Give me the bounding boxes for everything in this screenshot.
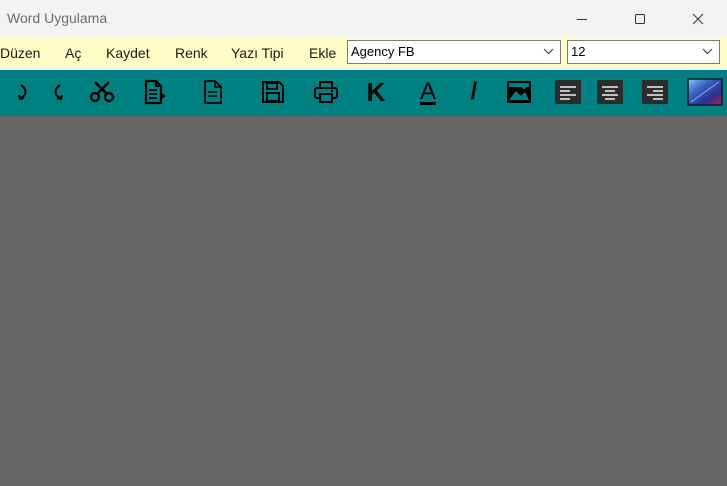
font-color-glyph: A	[419, 78, 436, 105]
document-area[interactable]	[0, 116, 727, 486]
toolbar: K A /	[0, 70, 727, 116]
align-right-button[interactable]	[641, 76, 669, 108]
menu-bar: Düzen Aç Kaydet Renk Yazı Tipi Ekle Agen…	[0, 38, 727, 68]
align-left-button[interactable]	[554, 76, 582, 108]
new-document-icon	[204, 80, 222, 104]
color-palette-button[interactable]	[686, 76, 724, 108]
menu-item-ekle[interactable]: Ekle	[309, 45, 336, 61]
font-family-combobox[interactable]: Agency FB	[347, 40, 561, 64]
font-color-button[interactable]: A	[413, 76, 443, 108]
align-center-icon	[597, 80, 623, 104]
app-window: Word Uygulama Düzen Aç Kaydet Renk Yazı …	[0, 0, 727, 486]
menu-item-ac[interactable]: Aç	[65, 45, 81, 61]
font-size-combobox[interactable]: 12	[567, 40, 720, 64]
undo-button[interactable]	[12, 76, 34, 108]
redo-icon	[54, 84, 63, 101]
close-icon	[692, 13, 704, 25]
minimize-icon	[577, 19, 587, 20]
save-icon	[262, 81, 284, 103]
bold-icon: K	[366, 77, 386, 107]
window-title: Word Uygulama	[7, 10, 108, 26]
color-palette-icon	[687, 78, 723, 106]
font-size-value: 12	[571, 44, 586, 59]
scissors-icon	[89, 81, 115, 103]
save-button[interactable]	[259, 76, 287, 108]
redo-button[interactable]	[47, 76, 69, 108]
italic-icon: /	[470, 78, 478, 105]
bold-button[interactable]: K	[362, 76, 390, 108]
align-left-icon	[555, 80, 581, 104]
font-color-icon: A	[419, 78, 436, 105]
undo-icon	[18, 84, 27, 101]
align-center-button[interactable]	[596, 76, 624, 108]
align-right-icon	[642, 80, 668, 104]
font-family-value: Agency FB	[351, 44, 415, 59]
insert-image-icon	[507, 81, 531, 103]
print-icon	[314, 81, 338, 103]
menu-item-yazi-tipi[interactable]: Yazı Tipi	[231, 45, 284, 61]
paste-button[interactable]	[141, 76, 169, 108]
chevron-down-icon	[543, 48, 554, 55]
cut-button[interactable]	[87, 76, 117, 108]
maximize-icon	[635, 14, 645, 24]
title-bar: Word Uygulama	[0, 0, 727, 38]
menu-item-renk[interactable]: Renk	[175, 45, 208, 61]
minimize-button[interactable]	[553, 0, 611, 38]
menu-item-duzen[interactable]: Düzen	[0, 45, 40, 61]
paste-icon	[144, 79, 166, 105]
menu-item-kaydet[interactable]: Kaydet	[106, 45, 150, 61]
chevron-down-icon	[702, 48, 713, 55]
maximize-button[interactable]	[611, 0, 669, 38]
italic-button[interactable]: /	[463, 76, 485, 108]
insert-image-button[interactable]	[504, 76, 534, 108]
close-button[interactable]	[669, 0, 727, 38]
print-button[interactable]	[311, 76, 341, 108]
new-document-button[interactable]	[201, 76, 225, 108]
